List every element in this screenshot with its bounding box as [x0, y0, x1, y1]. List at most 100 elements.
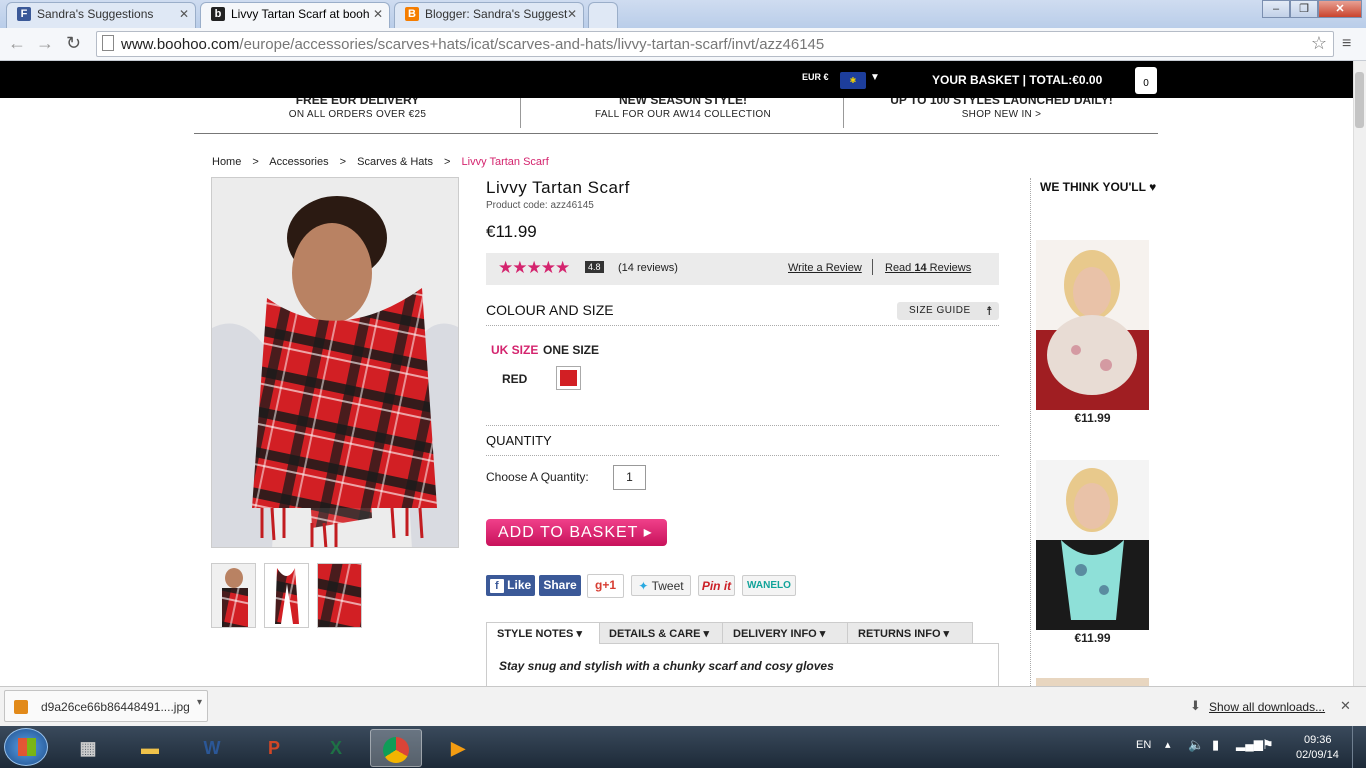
person-icon: ☨	[985, 304, 993, 318]
product-main-image[interactable]	[211, 177, 459, 548]
tab-returns-info[interactable]: RETURNS INFO ▾	[847, 622, 973, 644]
start-button[interactable]	[4, 728, 48, 766]
show-all-downloads-link[interactable]: Show all downloads...	[1209, 700, 1325, 714]
size-option[interactable]: ONE SIZE	[543, 343, 599, 357]
recommendation-image[interactable]	[1036, 678, 1149, 686]
scrollbar[interactable]	[1353, 61, 1366, 686]
breadcrumb-scarves-hats[interactable]: Scarves & Hats	[357, 156, 433, 168]
download-filename: d9a26ce66b86448491....jpg	[41, 700, 190, 714]
breadcrumb-accessories[interactable]: Accessories	[269, 156, 328, 168]
read-reviews-link[interactable]: Read 14 Reviews	[885, 262, 971, 274]
calculator-icon[interactable]: ▦	[62, 729, 114, 767]
tray-chevron-icon[interactable]: ▴	[1165, 738, 1171, 751]
size-guide-button[interactable]: SIZE GUIDE ☨	[897, 302, 999, 320]
close-tab-icon[interactable]: ✕	[373, 3, 383, 25]
tab-title: Sandra's Suggestions	[37, 7, 154, 21]
forward-arrow-icon[interactable]: →	[36, 33, 54, 53]
new-tab-button[interactable]	[588, 2, 618, 28]
bookmark-star-icon[interactable]: ☆	[1311, 33, 1327, 54]
write-review-link[interactable]: Write a Review	[788, 262, 862, 274]
product-thumbnail[interactable]	[264, 563, 309, 628]
basket-count: 0	[1143, 78, 1149, 89]
product-thumbnail[interactable]	[317, 563, 362, 628]
tab-style-notes[interactable]: STYLE NOTES ▾	[486, 622, 600, 644]
scrollbar-thumb[interactable]	[1355, 72, 1364, 128]
url-path: /europe/accessories/scarves+hats/icat/sc…	[239, 36, 825, 53]
uk-size-label: UK SIZE	[491, 343, 539, 357]
page-icon	[102, 35, 114, 51]
eu-flag-icon[interactable]: ✱	[840, 72, 866, 89]
menu-icon[interactable]: ≡	[1342, 35, 1351, 53]
battery-icon[interactable]: ▮	[1212, 737, 1219, 753]
basket-bag-icon[interactable]: 0	[1135, 67, 1157, 94]
back-arrow-icon[interactable]: ←	[8, 33, 26, 53]
close-downloads-icon[interactable]: ✕	[1340, 698, 1351, 714]
close-tab-icon[interactable]: ✕	[567, 3, 577, 25]
powerpoint-icon[interactable]: P	[248, 729, 300, 767]
download-item[interactable]: d9a26ce66b86448491....jpg ▾	[4, 690, 208, 722]
promo-new-season[interactable]: NEW SEASON STYLE! FALL FOR OUR AW14 COLL…	[522, 98, 844, 132]
image-file-icon	[14, 700, 28, 714]
tab-details-care[interactable]: DETAILS & CARE ▾	[598, 622, 724, 644]
word-icon[interactable]: W	[186, 729, 238, 767]
recommendation-image[interactable]	[1036, 240, 1149, 410]
quantity-input[interactable]: 1	[613, 465, 646, 490]
add-to-basket-button[interactable]: ADD TO BASKET ▸	[486, 519, 667, 546]
close-tab-icon[interactable]: ✕	[179, 3, 189, 25]
divider	[520, 98, 521, 128]
action-center-flag-icon[interactable]: ⚑	[1262, 737, 1274, 753]
promo-title: NEW SEASON STYLE!	[618, 98, 747, 106]
google-plus-button[interactable]: g+1	[587, 574, 624, 598]
recommendation-image[interactable]	[1036, 460, 1149, 630]
show-desktop-button[interactable]	[1352, 726, 1366, 768]
promo-title: FREE EUR DELIVERY	[295, 98, 420, 106]
colour-swatch-red[interactable]	[556, 366, 581, 390]
site-header: EUR € ✱ ▼ YOUR BASKET | TOTAL:€0.00 0	[0, 61, 1353, 98]
divider	[872, 259, 873, 275]
reload-icon[interactable]: ↻	[66, 33, 81, 53]
wanelo-button[interactable]: WANELO	[742, 575, 796, 596]
browser-tab-facebook[interactable]: F Sandra's Suggestions ✕	[6, 2, 196, 28]
chevron-down-icon[interactable]: ▾	[197, 697, 202, 708]
excel-icon[interactable]: X	[310, 729, 362, 767]
facebook-icon: f	[489, 579, 504, 593]
breadcrumb-separator: >	[444, 156, 451, 168]
promo-delivery[interactable]: FREE EUR DELIVERY ON ALL ORDERS OVER €25	[195, 98, 520, 132]
windows-logo-icon	[18, 738, 36, 756]
browser-tab-bar: F Sandra's Suggestions ✕ b Livvy Tartan …	[0, 0, 1366, 28]
pinterest-button[interactable]: Pin it	[698, 575, 735, 596]
breadcrumb-separator: >	[339, 156, 347, 168]
product-thumbnail[interactable]	[211, 563, 256, 628]
minimize-button[interactable]: –	[1262, 0, 1290, 18]
address-bar[interactable]: www.boohoo.com/europe/accessories/scarve…	[96, 31, 1334, 57]
promo-new-in[interactable]: UP TO 100 STYLES LAUNCHED DAILY! SHOP NE…	[845, 98, 1158, 132]
tab-title: Livvy Tartan Scarf at booh	[231, 7, 370, 21]
volume-icon[interactable]: 🔈	[1188, 737, 1204, 753]
breadcrumb-home[interactable]: Home	[212, 156, 241, 168]
basket-label[interactable]: YOUR BASKET | TOTAL:€0.00	[932, 73, 1102, 87]
swatch-fill	[560, 370, 577, 386]
network-signal-icon[interactable]: ▂▄▆	[1236, 737, 1263, 751]
browser-tab-blogger[interactable]: B Blogger: Sandra's Suggest ✕	[394, 2, 584, 28]
explorer-folder-icon[interactable]: ▬	[124, 729, 176, 767]
facebook-like-button[interactable]: f Like	[486, 575, 535, 596]
recommendation-price: €11.99	[1074, 631, 1111, 645]
media-player-icon[interactable]: ▶	[432, 729, 484, 767]
tweet-button[interactable]: ✦ Tweet	[631, 575, 691, 596]
divider	[843, 98, 844, 128]
review-count: (14 reviews)	[618, 262, 678, 274]
chevron-down-icon[interactable]: ▼	[870, 72, 880, 83]
tab-delivery-info[interactable]: DELIVERY INFO ▾	[722, 622, 849, 644]
quantity-label: Choose A Quantity:	[486, 470, 589, 484]
maximize-button[interactable]: ❐	[1290, 0, 1318, 18]
product-title: Livvy Tartan Scarf	[486, 178, 630, 197]
browser-tab-boohoo[interactable]: b Livvy Tartan Scarf at booh ✕	[200, 2, 390, 28]
language-indicator[interactable]: EN	[1136, 739, 1151, 751]
facebook-share-button[interactable]: Share	[539, 575, 581, 596]
currency-label[interactable]: EUR €	[802, 72, 829, 82]
clock-date[interactable]: 02/09/14	[1296, 749, 1339, 761]
product-code: Product code: azz46145	[486, 200, 594, 211]
clock-time[interactable]: 09:36	[1304, 734, 1332, 746]
chrome-icon[interactable]	[370, 729, 422, 767]
close-window-button[interactable]: ✕	[1318, 0, 1362, 18]
